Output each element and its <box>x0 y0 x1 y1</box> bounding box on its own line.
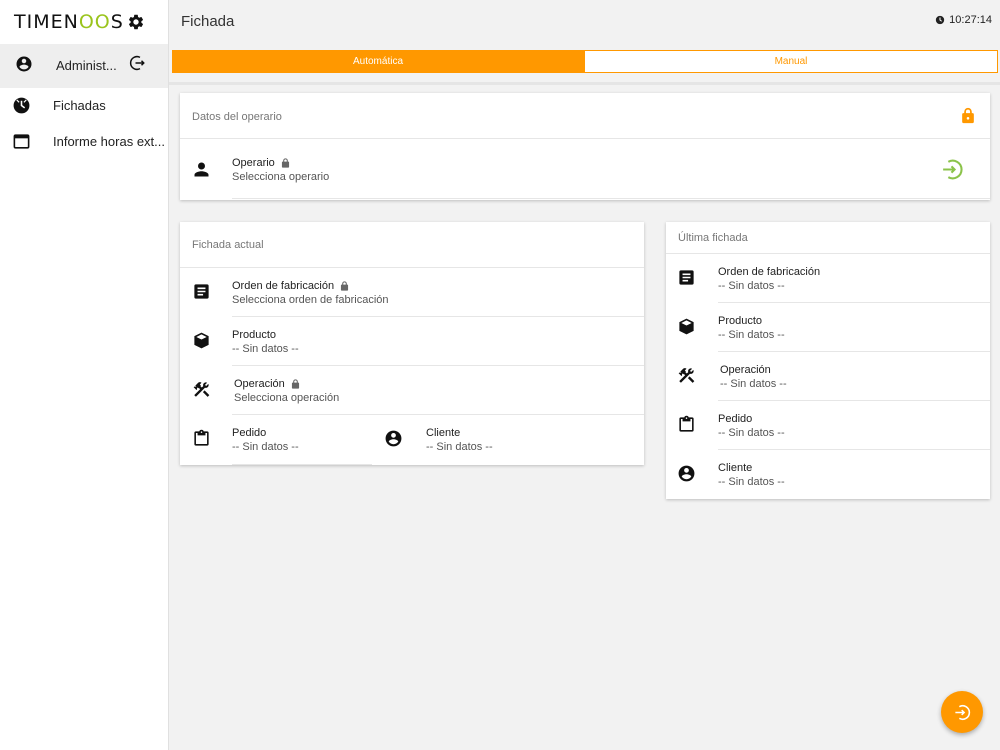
pedido-value: -- Sin datos -- <box>232 441 299 453</box>
row-divider <box>232 464 372 465</box>
logout-icon[interactable] <box>128 54 146 72</box>
small-lock-icon <box>341 281 349 291</box>
tab-manual[interactable]: Manual <box>584 50 998 73</box>
tools-icon <box>678 368 695 383</box>
tab-automatica[interactable]: Automática <box>172 50 584 73</box>
sidebar-item-fichadas[interactable]: Fichadas <box>0 88 168 124</box>
tab-divider <box>169 82 1000 85</box>
ultima-cliente-value: -- Sin datos -- <box>718 476 785 488</box>
operacion-value: Selecciona operación <box>234 392 340 404</box>
cliente-value: -- Sin datos -- <box>426 441 493 453</box>
ultima-fichada-card: Última fichada Orden de fabricación -- S… <box>666 222 990 499</box>
ultima-cliente-row: Cliente -- Sin datos -- <box>666 450 990 499</box>
page-title: Fichada <box>181 13 235 30</box>
lock-icon[interactable] <box>961 107 975 124</box>
ultima-pedido-row: Pedido -- Sin datos -- <box>666 401 990 450</box>
orden-value: Selecciona orden de fabricación <box>232 294 389 306</box>
gear-icon[interactable] <box>127 13 145 31</box>
mode-tabs: Automática Manual <box>172 50 998 73</box>
clipboard-icon <box>194 429 209 446</box>
ultima-pedido-value: -- Sin datos -- <box>718 427 785 439</box>
window-icon <box>13 134 30 149</box>
operario-label: Operario <box>232 157 290 169</box>
row-divider <box>232 198 990 199</box>
current-time: 10:27:14 <box>949 14 992 26</box>
producto-value: -- Sin datos -- <box>232 343 299 355</box>
ultima-producto-value: -- Sin datos -- <box>718 329 785 341</box>
operario-card: Datos del operario Operario Selecciona o… <box>180 93 990 200</box>
sidebar-item-label: Informe horas ext... <box>53 134 165 149</box>
account-circle-icon <box>385 430 402 447</box>
document-icon <box>679 270 694 285</box>
ultima-orden-label: Orden de fabricación <box>718 266 821 278</box>
ultima-producto-label: Producto <box>718 315 763 327</box>
time-icon <box>936 15 945 25</box>
brand-bar: TIMENOOS <box>0 0 168 44</box>
login-icon[interactable] <box>940 157 965 182</box>
user-name: Administ... <box>56 58 117 73</box>
top-bar: Fichada 10:27:14 <box>169 0 1000 44</box>
document-icon <box>194 284 209 299</box>
ultima-pedido-label: Pedido <box>718 413 753 425</box>
card-title: Datos del operario <box>192 111 282 123</box>
ultima-operacion-row: Operación -- Sin datos -- <box>666 352 990 401</box>
orden-label: Orden de fabricación <box>232 280 349 292</box>
card-header: Fichada actual <box>180 222 644 268</box>
sidebar: TIMENOOS Administ... Fichadas Informe ho… <box>0 0 169 750</box>
ultima-operacion-label: Operación <box>720 364 771 376</box>
fichar-fab-button[interactable] <box>941 691 983 733</box>
producto-row: Producto -- Sin datos -- <box>180 317 644 366</box>
operacion-label: Operación <box>234 378 300 390</box>
orden-row[interactable]: Orden de fabricación Selecciona orden de… <box>180 268 644 317</box>
small-lock-icon <box>291 379 299 389</box>
sidebar-item-informe[interactable]: Informe horas ext... <box>0 124 168 160</box>
small-lock-icon <box>281 158 289 168</box>
operario-row[interactable]: Operario Selecciona operario <box>180 139 990 199</box>
ultima-producto-row: Producto -- Sin datos -- <box>666 303 990 352</box>
card-title: Fichada actual <box>192 239 264 251</box>
person-icon <box>194 162 209 177</box>
ultima-cliente-label: Cliente <box>718 462 753 474</box>
clipboard-icon <box>679 415 694 432</box>
ultima-orden-row: Orden de fabricación -- Sin datos -- <box>666 254 990 303</box>
account-circle-icon <box>16 56 32 72</box>
card-title: Última fichada <box>678 232 748 244</box>
fichada-actual-card: Fichada actual Orden de fabricación Sele… <box>180 222 644 465</box>
user-bar: Administ... <box>0 44 168 88</box>
cliente-label: Cliente <box>426 427 461 439</box>
sidebar-item-label: Fichadas <box>53 98 106 113</box>
operario-value: Selecciona operario <box>232 171 330 183</box>
card-header: Datos del operario <box>180 93 990 139</box>
pedido-label: Pedido <box>232 427 267 439</box>
ultima-operacion-value: -- Sin datos -- <box>720 378 787 390</box>
cube-icon <box>194 332 209 349</box>
producto-label: Producto <box>232 329 277 341</box>
pedido-cliente-row: Pedido -- Sin datos -- Cliente -- Sin da… <box>180 415 644 465</box>
tools-icon <box>193 382 210 397</box>
clock-icon <box>13 97 30 114</box>
cube-icon <box>679 318 694 335</box>
account-circle-icon <box>678 465 695 482</box>
login-icon <box>954 704 970 720</box>
ultima-orden-value: -- Sin datos -- <box>718 280 785 292</box>
clock-display: 10:27:14 <box>935 14 992 26</box>
card-header: Última fichada <box>666 222 990 254</box>
operacion-row[interactable]: Operación Selecciona operación <box>180 366 644 415</box>
app-logo: TIMENOOS <box>14 11 124 33</box>
